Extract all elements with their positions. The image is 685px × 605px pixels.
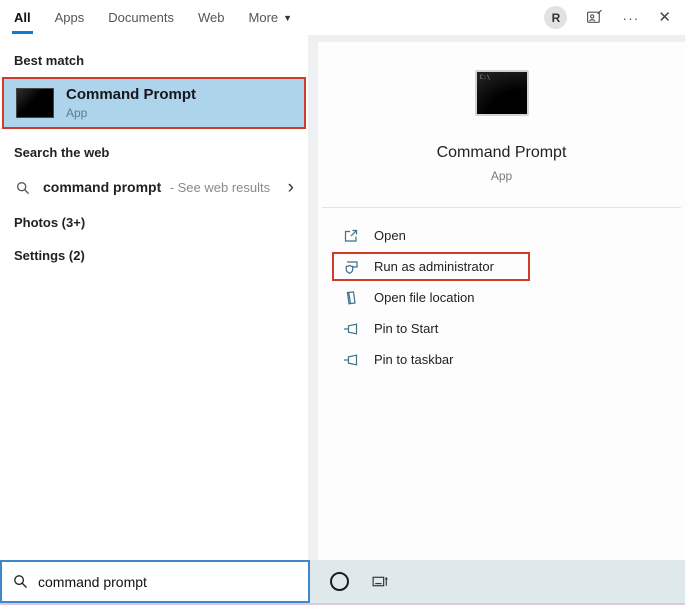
action-label: Pin to taskbar [374,352,454,367]
tab-web[interactable]: Web [198,0,225,35]
web-query: command prompt [43,178,162,195]
chevron-right-icon: › [287,177,294,198]
action-label: Run as administrator [374,259,494,274]
search-icon [16,181,30,195]
action-open-file-location[interactable]: Open file location [342,282,685,313]
group-settings[interactable]: Settings (2) [0,239,308,272]
best-match-header: Best match [14,53,85,68]
touch-keyboard-icon[interactable] [371,572,390,591]
app-icon-label: C:\ [479,74,491,81]
command-prompt-icon [16,88,54,118]
topbar-actions: R ··· ✕ [544,6,671,29]
tab-all-label: All [14,10,31,25]
close-button[interactable]: ✕ [658,10,671,25]
cortana-icon[interactable] [330,572,349,591]
action-label: Open file location [374,290,475,305]
filter-tabs: All Apps Documents Web More ▼ [12,0,293,35]
taskbar-search-input[interactable] [38,573,297,590]
panel-gap [308,35,318,560]
admin-shield-icon [342,258,359,275]
tab-more-label: More [248,10,279,25]
best-match-text: Command Prompt App [66,86,196,121]
search-results-area: Best match Command Prompt App Search the… [0,35,685,560]
open-icon [342,227,359,244]
pin-icon [342,320,359,337]
pin-icon [342,351,359,368]
feedback-icon[interactable] [586,9,603,26]
results-panel: Best match Command Prompt App Search the… [0,35,308,560]
folder-location-icon [342,289,359,306]
user-avatar[interactable]: R [544,6,568,29]
tab-apps[interactable]: Apps [55,0,85,35]
annotation-box-run-as-admin: Run as administrator [332,252,530,281]
result-title: Command Prompt [66,85,197,103]
tab-documents-label: Documents [108,10,175,25]
search-filter-bar: All Apps Documents Web More ▼ R ··· ✕ [0,0,685,35]
app-hero: C:\ Command Prompt App [318,42,685,183]
group-photos[interactable]: Photos (3+) [0,206,308,239]
app-detail-card: C:\ Command Prompt App Open Run as admin… [318,42,685,560]
result-subtitle: App [66,106,88,121]
command-prompt-icon-large: C:\ [474,70,529,116]
action-label: Pin to Start [374,321,439,336]
windows-search-flyout: All Apps Documents Web More ▼ R ··· ✕ Be… [0,0,685,605]
tab-apps-label: Apps [54,10,85,25]
avatar-initial: R [551,10,561,25]
action-list: Open Run as administrator Open file loca… [318,208,685,375]
action-run-as-administrator[interactable]: Run as administrator [332,251,685,282]
web-results-suffix: - See web results [169,179,271,195]
search-the-web-header: Search the web [14,145,110,160]
action-pin-to-taskbar[interactable]: Pin to taskbar [342,344,685,375]
ellipsis-button[interactable]: ··· [622,11,639,25]
app-detail-panel: C:\ Command Prompt App Open Run as admin… [318,35,685,560]
app-subtitle: App [490,169,513,183]
annotation-box-best-match: Command Prompt App [2,77,306,129]
tab-documents[interactable]: Documents [108,0,174,35]
web-search-result[interactable]: command prompt - See web results › [0,169,308,206]
search-icon [13,574,28,589]
tab-web-label: Web [198,10,225,25]
web-query-text: command prompt - See web results [43,179,270,197]
taskbar [0,560,685,603]
app-title: Command Prompt [436,144,567,161]
chevron-down-icon: ▼ [283,12,293,23]
best-match-result[interactable]: Command Prompt App [4,79,304,127]
action-pin-to-start[interactable]: Pin to Start [342,313,685,344]
action-label: Open [374,228,406,243]
action-open[interactable]: Open [342,220,685,251]
taskbar-search-box[interactable] [0,560,310,603]
tab-all[interactable]: All [12,0,33,35]
tab-more[interactable]: More ▼ [249,0,293,35]
